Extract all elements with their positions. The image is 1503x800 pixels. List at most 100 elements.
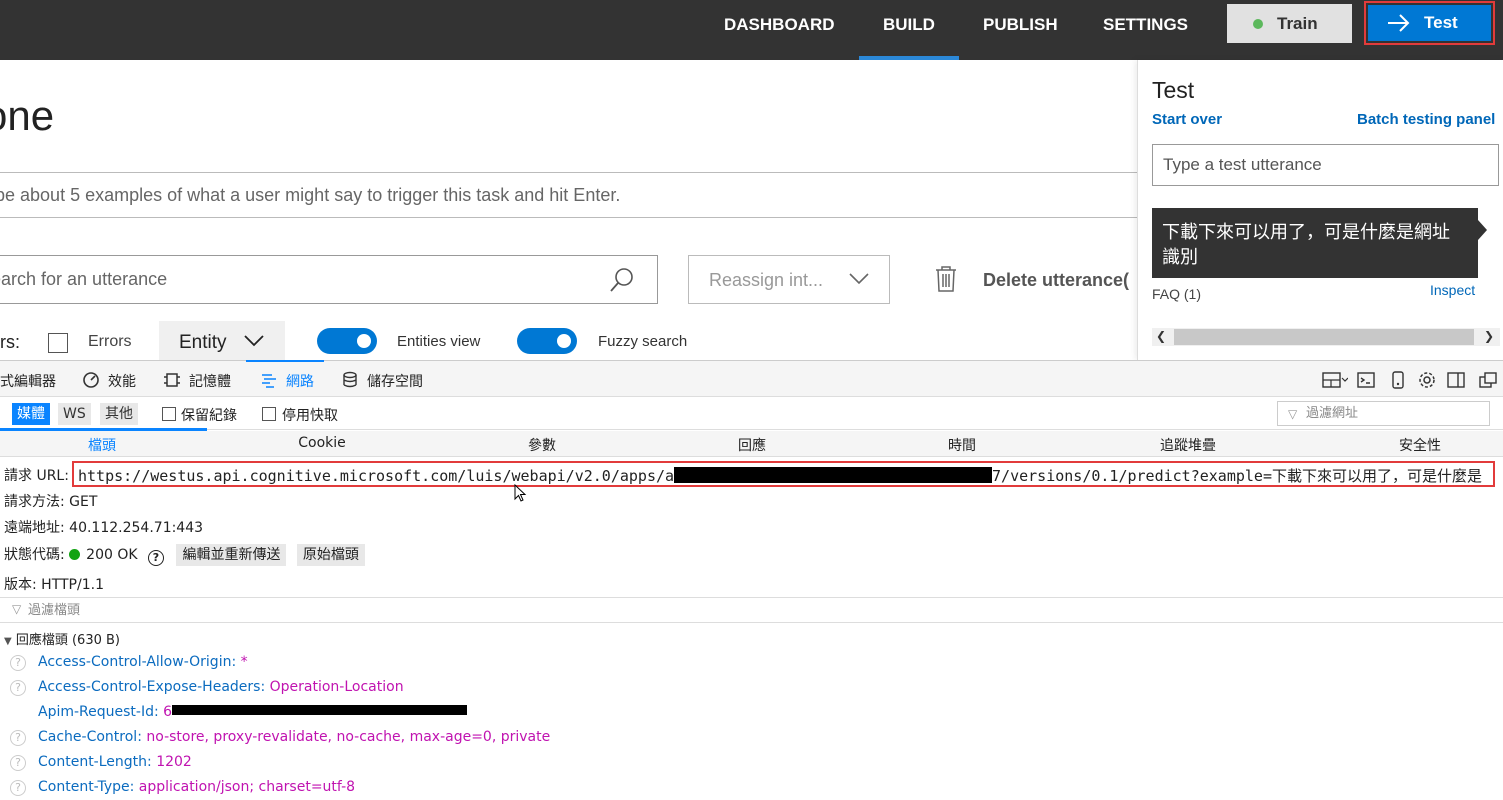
- disable-cache-label: 停用快取: [282, 408, 338, 424]
- train-label: Train: [1277, 14, 1318, 33]
- filter-ws[interactable]: WS: [58, 403, 91, 425]
- train-button[interactable]: Train: [1227, 4, 1352, 43]
- page-title: one: [0, 92, 55, 139]
- disable-cache-checkbox[interactable]: [262, 407, 276, 421]
- subtab-stack-trace[interactable]: 追蹤堆疊: [1160, 435, 1216, 455]
- train-status-dot: [1253, 19, 1263, 29]
- arrow-right-icon: [1388, 14, 1410, 32]
- subtab-params[interactable]: 參數: [528, 435, 556, 455]
- header-name: Cache-Control:: [38, 729, 142, 745]
- raw-headers-button[interactable]: 原始檔頭: [296, 544, 365, 566]
- gear-icon[interactable]: [1418, 371, 1436, 389]
- persist-logs-checkbox[interactable]: [162, 407, 176, 421]
- request-method-value: GET: [69, 494, 98, 510]
- console-icon[interactable]: [1357, 371, 1375, 389]
- header-value: application/json; charset=utf-8: [138, 779, 356, 795]
- delete-utterance-button[interactable]: Delete utterance(: [983, 270, 1129, 291]
- help-icon[interactable]: ?: [148, 550, 164, 566]
- header-value: 1202: [156, 754, 192, 770]
- help-icon[interactable]: ?: [10, 730, 26, 746]
- layout-icon[interactable]: [1322, 371, 1348, 389]
- edit-resend-button[interactable]: 編輯並重新傳送: [176, 544, 287, 566]
- remote-address-row: 遠端地址: 40.112.254.71:443: [4, 517, 203, 537]
- test-utterance-input[interactable]: [1152, 144, 1499, 186]
- dock-icon[interactable]: [1447, 371, 1465, 389]
- nav-dashboard[interactable]: DASHBOARD: [724, 0, 835, 60]
- storage-icon: [343, 371, 357, 388]
- entities-view-toggle[interactable]: [317, 328, 377, 354]
- toggle-knob: [357, 334, 371, 348]
- search-input[interactable]: [0, 256, 591, 303]
- test-panel-scrollbar[interactable]: ❮ ❯: [1152, 328, 1500, 346]
- nav-publish[interactable]: PUBLISH: [983, 0, 1058, 60]
- responsive-icon[interactable]: [1391, 371, 1405, 389]
- chevron-down-icon: [849, 273, 869, 285]
- popout-icon[interactable]: [1479, 371, 1497, 389]
- utterance-text-line1: 下載下來可以用了，可是什麼是網址: [1162, 222, 1450, 243]
- trash-icon[interactable]: [935, 265, 957, 293]
- status-ok-icon: [69, 549, 81, 560]
- scroll-left-arrow-icon[interactable]: ❮: [1156, 329, 1166, 343]
- chevron-down-icon: [244, 335, 264, 347]
- fuzzy-search-toggle[interactable]: [517, 328, 577, 354]
- filter-media[interactable]: 媒體: [12, 403, 50, 425]
- test-panel: Test Start over Batch testing panel 下載下來…: [1137, 60, 1503, 360]
- status-code-label: 狀態代碼:: [4, 547, 65, 563]
- help-icon[interactable]: ?: [10, 655, 26, 671]
- subtab-security[interactable]: 安全性: [1399, 435, 1441, 455]
- start-over-link[interactable]: Start over: [1152, 111, 1222, 128]
- entity-filter-dropdown[interactable]: Entity: [159, 321, 285, 363]
- help-icon[interactable]: ?: [10, 755, 26, 771]
- test-utterance-bubble[interactable]: 下載下來可以用了，可是什麼是網址 識別: [1152, 208, 1478, 278]
- utterance-input[interactable]: [0, 172, 1146, 218]
- request-method-label: 請求方法:: [4, 494, 65, 510]
- header-filter-input[interactable]: [4, 599, 604, 621]
- inspect-link[interactable]: Inspect: [1430, 282, 1475, 298]
- subtab-headers[interactable]: 檔頭: [88, 435, 116, 455]
- scroll-right-arrow-icon[interactable]: ❯: [1484, 329, 1494, 343]
- top-intent-label: FAQ (1): [1152, 286, 1202, 302]
- tab-style-editor[interactable]: 式編輯器: [0, 371, 56, 391]
- version-label: 版本:: [4, 577, 37, 593]
- funnel-icon: ▽: [1288, 407, 1298, 421]
- subtab-cookie[interactable]: Cookie: [298, 435, 346, 451]
- url-filter-input[interactable]: [1277, 401, 1490, 426]
- response-headers-section[interactable]: ▼ 回應檔頭 (630 B): [4, 629, 120, 648]
- request-url-label: 請求 URL:: [4, 468, 69, 484]
- network-icon: [262, 374, 276, 388]
- redacted-request-id: [172, 705, 468, 715]
- persist-logs-label: 保留紀錄: [181, 408, 237, 424]
- reassign-intent-dropdown[interactable]: Reassign int...: [688, 255, 890, 304]
- header-name: Content-Length:: [38, 754, 152, 770]
- scrollbar-thumb[interactable]: [1174, 329, 1474, 345]
- mouse-cursor-icon: [514, 484, 527, 502]
- search-icon[interactable]: [609, 267, 635, 293]
- batch-testing-link[interactable]: Batch testing panel: [1357, 111, 1495, 128]
- redacted-app-id: [674, 467, 993, 483]
- tab-performance[interactable]: 效能: [108, 371, 136, 391]
- toggle-knob: [557, 334, 571, 348]
- request-method-row: 請求方法: GET: [4, 491, 97, 511]
- memory-icon: [164, 373, 180, 387]
- filter-other[interactable]: 其他: [100, 403, 138, 425]
- performance-icon: [83, 372, 99, 388]
- header-filter-bar: ▽: [0, 597, 1503, 623]
- request-detail-tabs: 檔頭 Cookie 參數 回應 時間 追蹤堆疊 安全性: [0, 431, 1503, 457]
- request-url-highlight[interactable]: https://westus.api.cognitive.microsoft.c…: [72, 461, 1495, 487]
- errors-checkbox[interactable]: [48, 333, 68, 353]
- help-icon[interactable]: ?: [10, 780, 26, 796]
- nav-build[interactable]: BUILD: [859, 0, 959, 60]
- test-button[interactable]: Test: [1368, 5, 1491, 41]
- tab-memory[interactable]: 記憶體: [189, 371, 231, 391]
- remote-address-label: 遠端地址:: [4, 520, 65, 536]
- header-name: Access-Control-Expose-Headers:: [38, 679, 266, 695]
- tab-network[interactable]: 網路: [246, 360, 324, 391]
- help-icon[interactable]: ?: [10, 680, 26, 696]
- test-panel-title: Test: [1152, 77, 1195, 103]
- subtab-timings[interactable]: 時間: [948, 435, 976, 455]
- tab-storage[interactable]: 儲存空間: [367, 371, 423, 391]
- filters-label: rs:: [0, 332, 20, 352]
- nav-settings[interactable]: SETTINGS: [1103, 0, 1188, 60]
- status-code-row: 狀態代碼: 200 OK ? 編輯並重新傳送 原始檔頭: [4, 544, 371, 566]
- subtab-response[interactable]: 回應: [738, 435, 766, 455]
